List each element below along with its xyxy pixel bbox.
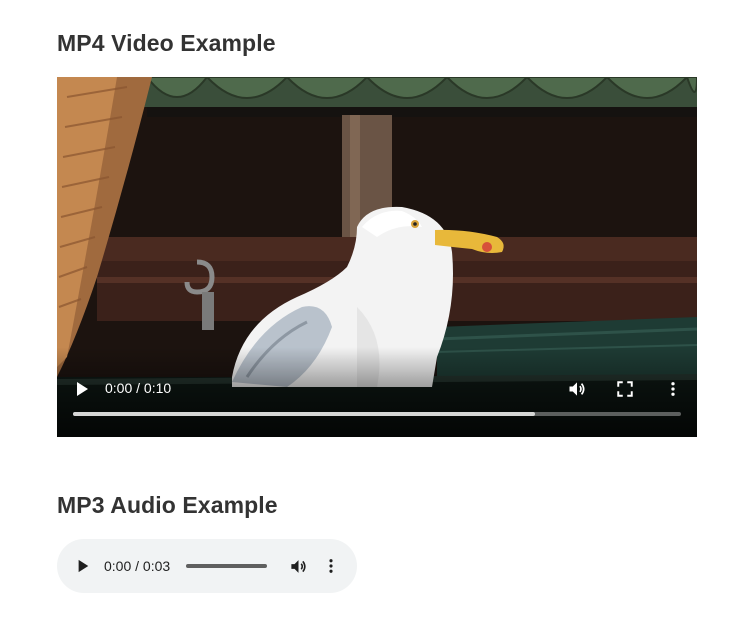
audio-progress-bar[interactable]	[186, 564, 267, 568]
audio-play-button[interactable]	[71, 554, 95, 578]
volume-icon	[569, 382, 585, 396]
page: MP4 Video Example 0:00 / 0:10 MP3 Audio …	[0, 0, 755, 627]
more-vertical-icon	[329, 559, 333, 573]
video-player[interactable]: 0:00 / 0:10	[57, 77, 697, 437]
video-time-display: 0:00 / 0:10	[105, 380, 172, 396]
video-fullscreen-button[interactable]	[611, 375, 639, 403]
audio-player[interactable]: 0:00 / 0:03	[57, 539, 357, 593]
audio-time-display: 0:00 / 0:03	[104, 558, 171, 574]
video-buffered-range	[73, 412, 536, 416]
audio-mute-button[interactable]	[286, 554, 310, 578]
video-more-options-button[interactable]	[659, 375, 687, 403]
play-icon	[77, 382, 88, 396]
play-icon	[78, 559, 89, 573]
more-vertical-icon	[671, 382, 675, 396]
audio-more-options-button[interactable]	[319, 554, 343, 578]
video-mute-button[interactable]	[563, 375, 591, 403]
video-progress-bar[interactable]	[73, 412, 681, 416]
video-play-button[interactable]	[68, 375, 96, 403]
volume-icon	[290, 559, 306, 573]
video-section-heading: MP4 Video Example	[57, 30, 276, 56]
fullscreen-icon	[617, 381, 633, 397]
audio-section-heading: MP3 Audio Example	[57, 492, 278, 518]
